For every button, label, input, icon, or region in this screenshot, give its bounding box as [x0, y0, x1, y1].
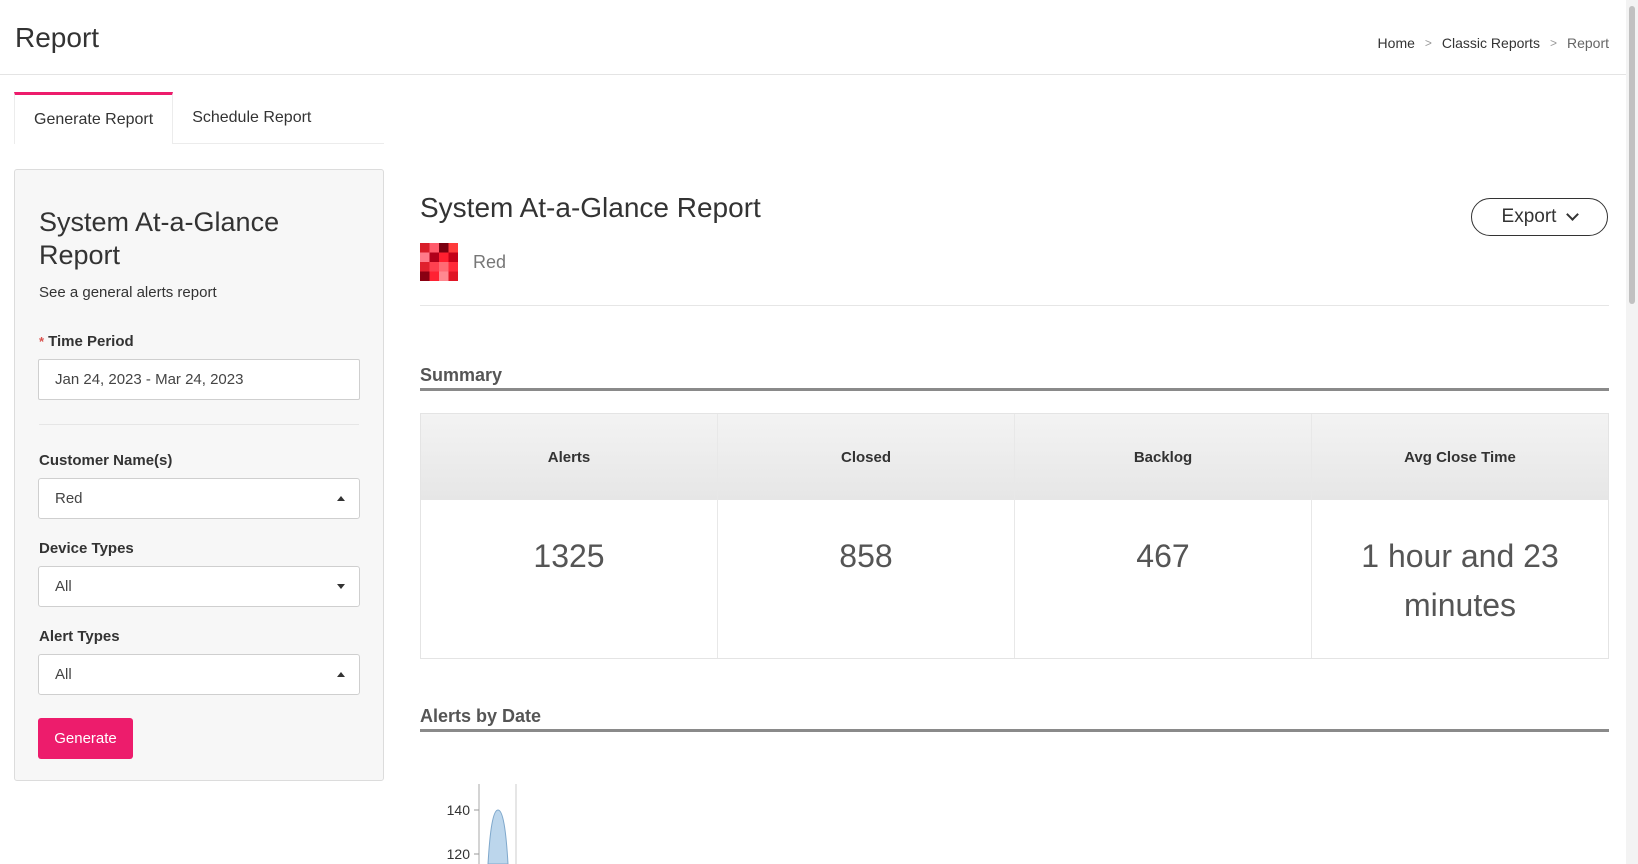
breadcrumb-separator: > [1549, 36, 1557, 50]
summary-column-alerts: Alerts 1325 [421, 414, 718, 658]
export-button[interactable]: Export [1471, 198, 1608, 236]
customer-names-value: Red [55, 490, 83, 507]
summary-header: Alerts [421, 414, 717, 500]
time-period-label: * Time Period [39, 333, 134, 350]
report-form-panel: System At-a-Glance Report See a general … [14, 169, 384, 781]
time-period-label-text: Time Period [48, 333, 134, 350]
form-description: See a general alerts report [39, 284, 217, 301]
customer-avatar-icon [420, 243, 458, 281]
summary-value: 1325 [533, 538, 605, 574]
y-tick-label: 120 [447, 846, 471, 862]
tab-generate-report[interactable]: Generate Report [14, 92, 174, 144]
summary-value: 1 hour and 23 minutes [1361, 538, 1559, 623]
alerts-by-date-chart: 140 120 [447, 784, 517, 864]
y-tick-label: 140 [447, 802, 471, 818]
export-label: Export [1501, 206, 1557, 227]
alert-types-select[interactable]: All [38, 654, 360, 695]
alert-types-label: Alert Types [39, 628, 120, 645]
summary-title: Summary [420, 365, 1609, 391]
alerts-by-date-title: Alerts by Date [420, 706, 1609, 732]
tab-schedule-report[interactable]: Schedule Report [173, 92, 330, 144]
report-customer-name: Red [473, 251, 507, 272]
y-axis-ticks: 140 120 [447, 802, 479, 862]
page-scrollbar[interactable] [1626, 0, 1638, 864]
required-mark: * [39, 334, 45, 349]
breadcrumb: Home > Classic Reports > Report [1378, 35, 1609, 51]
time-period-input[interactable]: Jan 24, 2023 - Mar 24, 2023 [38, 359, 360, 400]
summary-header: Closed [718, 414, 1014, 500]
report-customer: Red [420, 243, 506, 281]
series-area [487, 809, 509, 864]
page-title: Report [15, 22, 100, 53]
report-tabs: Generate Report Schedule Report [14, 92, 384, 144]
summary-table: Alerts 1325 Closed 858 Backlog 467 Avg C… [420, 413, 1609, 659]
caret-up-icon [337, 496, 345, 501]
breadcrumb-home[interactable]: Home [1378, 35, 1415, 51]
report-divider [420, 305, 1609, 306]
form-title: System At-a-Glance Report [39, 207, 280, 270]
customer-names-label: Customer Name(s) [39, 452, 173, 469]
generate-button[interactable]: Generate [38, 718, 133, 759]
form-divider [39, 424, 359, 425]
chevron-down-icon [1566, 208, 1580, 221]
breadcrumb-current: Report [1566, 35, 1609, 51]
customer-names-select[interactable]: Red [38, 478, 360, 519]
device-types-select[interactable]: All [38, 566, 360, 607]
summary-column-backlog: Backlog 467 [1015, 414, 1312, 658]
caret-up-icon [337, 672, 345, 677]
device-types-value: All [55, 578, 72, 595]
caret-down-icon [337, 584, 345, 589]
scrollbar-thumb[interactable] [1629, 6, 1635, 304]
summary-column-closed: Closed 858 [718, 414, 1015, 658]
summary-header: Backlog [1015, 414, 1311, 500]
summary-column-avg-close-time: Avg Close Time 1 hour and 23 minutes [1312, 414, 1608, 658]
report-title: System At-a-Glance Report [420, 192, 761, 223]
breadcrumb-separator: > [1424, 36, 1432, 50]
alert-types-value: All [55, 666, 72, 683]
top-header: Report Home > Classic Reports > Report [0, 0, 1626, 75]
device-types-label: Device Types [39, 540, 134, 557]
summary-value: 467 [1136, 538, 1190, 574]
breadcrumb-classic-reports[interactable]: Classic Reports [1442, 35, 1540, 51]
summary-value: 858 [839, 538, 893, 574]
summary-header: Avg Close Time [1312, 414, 1608, 500]
